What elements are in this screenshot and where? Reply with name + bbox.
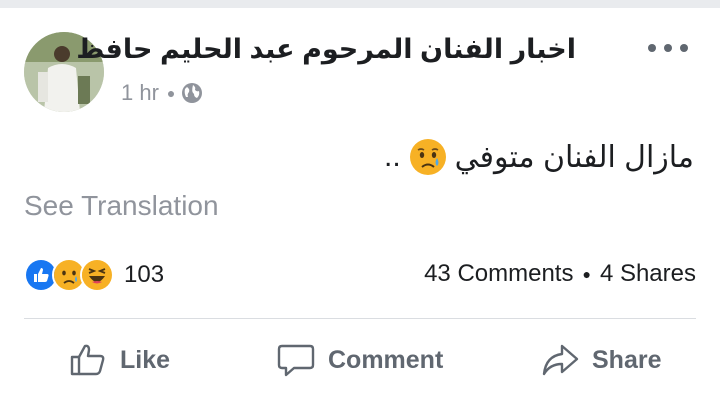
meta-separator: ● (166, 85, 176, 101)
sad-tear-emoji (409, 139, 446, 175)
globe-icon[interactable] (181, 82, 203, 104)
top-separator (0, 0, 720, 8)
comment-label: Comment (328, 345, 444, 374)
post-meta: 1 hr ● (121, 80, 203, 106)
like-label: Like (120, 345, 171, 374)
post-text-tail: .. (383, 140, 401, 173)
engagement-summary: 43 Comments ● 4 Shares (424, 260, 696, 288)
engagement-separator: ● (582, 266, 591, 282)
comment-icon (277, 344, 315, 377)
more-options-button[interactable] (648, 38, 688, 58)
post-time[interactable]: 1 hr (121, 80, 159, 106)
share-label: Share (592, 345, 662, 374)
reaction-count: 103 (124, 261, 165, 288)
comments-count-link[interactable]: 43 Comments (424, 260, 573, 288)
reactions-summary[interactable]: 103 (24, 258, 164, 292)
share-arrow-icon (542, 344, 579, 376)
more-dot (680, 44, 688, 52)
see-translation-link[interactable]: See Translation (24, 190, 219, 222)
like-button[interactable]: Like (68, 340, 170, 380)
thumbs-up-icon (70, 344, 105, 376)
post-text: مازال الفنان متوفي (454, 140, 694, 174)
shares-count-link[interactable]: 4 Shares (600, 260, 696, 288)
more-dot (648, 44, 656, 52)
comment-button[interactable]: Comment (276, 340, 443, 380)
haha-reaction-icon (80, 258, 114, 292)
post-body: مازال الفنان متوفي .. (384, 138, 694, 176)
more-dot (664, 44, 672, 52)
action-divider (24, 318, 696, 319)
share-button[interactable]: Share (540, 340, 661, 380)
page-name[interactable]: اخبار الفنان المرحوم عبد الحليم حافظ (76, 34, 576, 65)
